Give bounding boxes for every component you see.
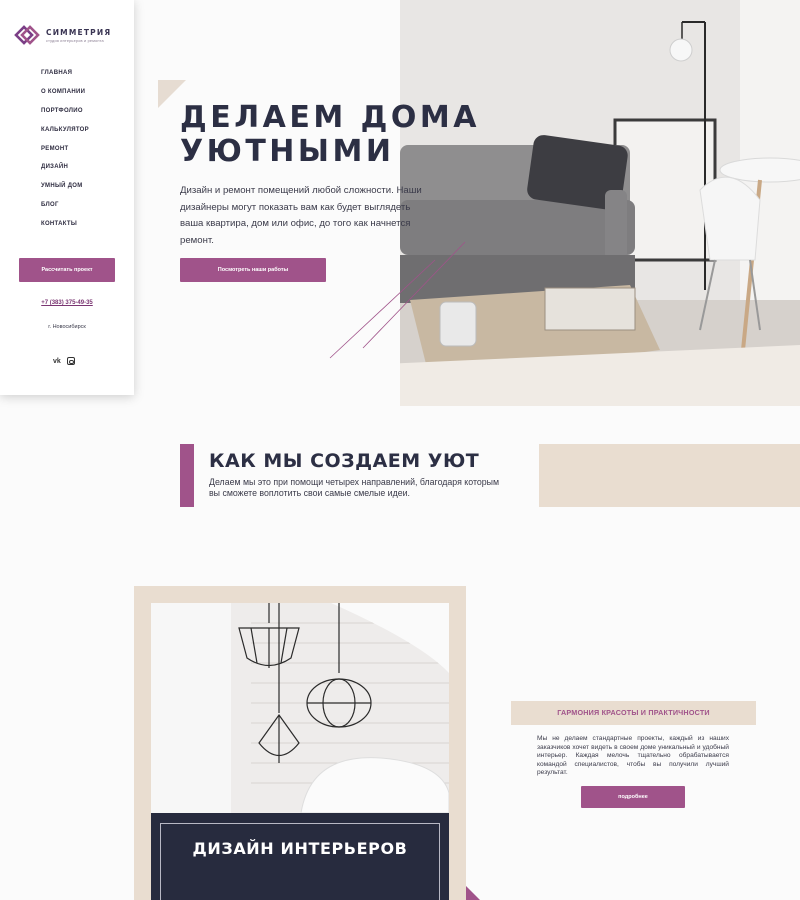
decor-corner-triangle (466, 886, 480, 900)
calculate-project-button[interactable]: Рассчитать проект (19, 258, 115, 282)
service-card-photo (151, 603, 449, 813)
feature-text: Мы не делаем стандартные проекты, каждый… (537, 735, 729, 777)
section-subtitle: Делаем мы это при помощи четырех направл… (209, 477, 500, 498)
nav-item-blog[interactable]: БЛОГ (41, 200, 89, 219)
social-links: vk (53, 357, 75, 365)
vk-icon[interactable]: vk (53, 358, 61, 365)
nav-item-smart-home[interactable]: УМНЫЙ ДОМ (41, 181, 89, 200)
nav-item-repair[interactable]: РЕМОНТ (41, 144, 89, 163)
nav-item-contacts[interactable]: КОНТАКТЫ (41, 219, 89, 238)
view-works-button[interactable]: Посмотреть наши работы (180, 258, 326, 282)
nav-item-about[interactable]: О КОМПАНИИ (41, 87, 89, 106)
nav-item-calculator[interactable]: КАЛЬКУЛЯТОР (41, 125, 89, 144)
service-card-title[interactable]: ДИЗАЙН ИНТЕРЬЕРОВ (151, 838, 449, 860)
sidebar: СИММЕТРИЯ студия интерьеров и ремонта ГЛ… (0, 0, 134, 395)
nav-item-design[interactable]: ДИЗАЙН (41, 162, 89, 181)
nav-item-portfolio[interactable]: ПОРТФОЛИО (41, 106, 89, 125)
decor-lines (329, 241, 466, 359)
feature-label: ГАРМОНИЯ КРАСОТЫ И ПРАКТИЧНОСТИ (511, 701, 756, 725)
main-nav: ГЛАВНАЯ О КОМПАНИИ ПОРТФОЛИО КАЛЬКУЛЯТОР… (41, 68, 89, 238)
instagram-icon[interactable] (66, 357, 75, 365)
section-accent-bar (180, 444, 194, 507)
section-title: КАК МЫ СОЗДАЕМ УЮТ (209, 450, 480, 472)
section-decor-block (539, 444, 800, 507)
more-details-button[interactable]: подробнее (581, 786, 685, 808)
phone-link[interactable]: +7 (383) 375-49-35 (0, 300, 134, 306)
nav-item-home[interactable]: ГЛАВНАЯ (41, 68, 89, 87)
logo-name: СИММЕТРИЯ (46, 27, 112, 37)
pendant-lamps-illustration (151, 603, 449, 813)
city-label: г. Новосибирск (48, 324, 86, 330)
hero-title: ДЕЛАЕМ ДОМА УЮТНЫМИ (180, 100, 480, 169)
logo-mark-icon (14, 25, 40, 45)
logo-tagline: студия интерьеров и ремонта (46, 38, 104, 43)
service-card-frame (160, 823, 440, 900)
logo[interactable]: СИММЕТРИЯ студия интерьеров и ремонта (12, 20, 111, 50)
